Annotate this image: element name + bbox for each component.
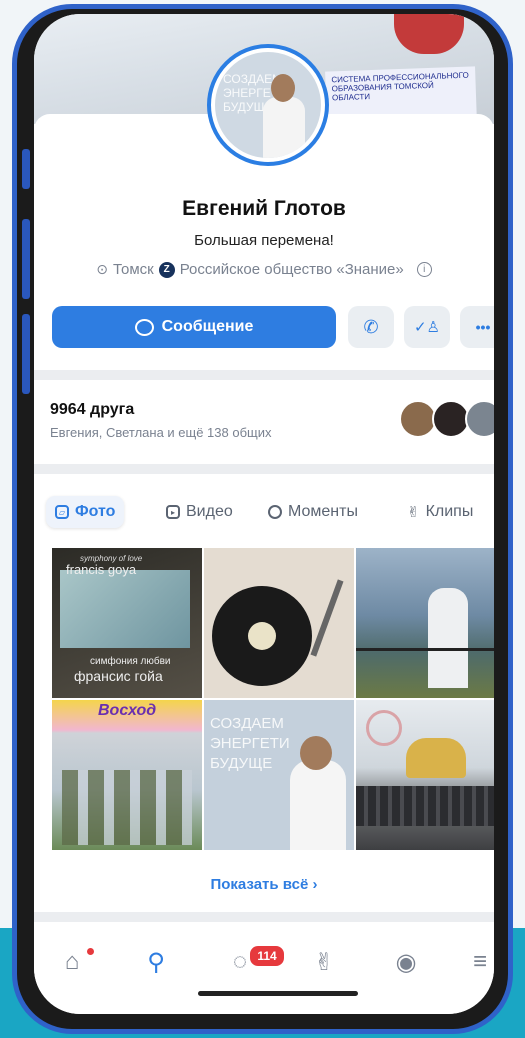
photo-sign: Восход xyxy=(98,702,157,719)
phone-icon: ✆ xyxy=(363,316,379,337)
avatar-person-head xyxy=(271,74,295,102)
search-icon: ⚲ xyxy=(147,948,165,976)
tab-video[interactable]: ▸ Видео xyxy=(166,496,233,528)
photo-crowd xyxy=(356,786,494,826)
friend-status-button[interactable]: ✓♙ xyxy=(404,306,450,348)
nav-clips[interactable]: ✌ xyxy=(304,942,344,982)
tab-clips[interactable]: ✌ Клипы xyxy=(407,496,473,528)
profile-status: Большая перемена! xyxy=(194,232,334,249)
album-cover-art xyxy=(60,570,190,648)
photo-group xyxy=(62,770,192,845)
photo-grid: symphony of love francis goya симфония л… xyxy=(52,548,494,852)
phone-side-button xyxy=(22,149,30,189)
nav-menu[interactable]: ≡ xyxy=(460,942,494,982)
media-tabs: ▱ Фото ▸ Видео Моменты ✌ Клипы xyxy=(34,490,494,535)
section-divider xyxy=(34,464,494,474)
photo-thumbnail[interactable] xyxy=(356,700,494,850)
tab-moments[interactable]: Моменты xyxy=(268,496,358,528)
show-all-photos-link[interactable]: Показать всё › xyxy=(34,876,494,893)
home-indicator xyxy=(198,991,358,996)
profile-meta: ⊙ Томск Z Российское общество «Знание» i xyxy=(34,261,494,278)
album-caption-artist: франсис гойа xyxy=(74,668,163,684)
photo-thumbnail[interactable]: Восход xyxy=(52,700,202,850)
friends-section[interactable]: 9964 друга Евгения, Светлана и ещё 138 о… xyxy=(34,388,494,460)
photo-person xyxy=(428,588,468,688)
phone-volume-down xyxy=(22,314,30,394)
clips-icon: ✌ xyxy=(313,948,335,976)
location-pin-icon: ⊙ xyxy=(96,261,108,277)
clips-icon: ✌ xyxy=(407,504,420,521)
znanie-logo-icon: Z xyxy=(158,261,175,278)
photo-person-head xyxy=(300,736,332,770)
phone-volume-up xyxy=(22,219,30,299)
photo-person xyxy=(290,760,346,850)
tab-video-label: Видео xyxy=(186,503,233,520)
photo-thumbnail[interactable]: СОЗДАЕМ ЭНЕРГЕТИ БУДУЩЕ xyxy=(204,700,354,850)
tonearm xyxy=(310,579,344,657)
vinyl-label xyxy=(248,622,276,650)
message-bubble-icon xyxy=(134,318,154,336)
message-button[interactable]: Сообщение xyxy=(52,306,336,348)
message-button-label: Сообщение xyxy=(161,318,254,335)
profile-name: Евгений Глотов xyxy=(182,197,346,220)
messages-icon: ◌ xyxy=(232,948,248,975)
cover-banner-text: СИСТЕМА ПРОФЕССИОНАЛЬНОГО ОБРАЗОВАНИЯ ТО… xyxy=(331,70,469,103)
more-button[interactable]: ••• xyxy=(460,306,494,348)
tab-moments-label: Моменты xyxy=(288,503,358,520)
phone-screen: СИСТЕМА ПРОФЕССИОНАЛЬНОГО ОБРАЗОВАНИЯ ТО… xyxy=(34,14,494,1014)
avatar[interactable]: СОЗДАЕМ ЭНЕРГЕТИ БУДУЩЕ xyxy=(207,44,329,166)
info-icon[interactable]: i xyxy=(416,262,432,277)
moments-icon xyxy=(268,505,282,519)
home-icon: ⌂ xyxy=(64,948,80,975)
friends-mutual: Евгения, Светлана и ещё 138 общих xyxy=(50,425,272,440)
photo-thumbnail[interactable]: symphony of love francis goya симфония л… xyxy=(52,548,202,698)
call-button[interactable]: ✆ xyxy=(348,306,394,348)
profile-organization[interactable]: Российское общество «Знание» xyxy=(180,261,404,278)
tab-clips-label: Клипы xyxy=(425,503,474,520)
photo-thumbnail[interactable] xyxy=(356,548,494,698)
friends-count: 9964 друга xyxy=(50,401,135,418)
railing xyxy=(356,648,494,651)
album-artist: francis goya xyxy=(66,562,137,577)
bottom-nav: ⌂ ⚲ ◌ 114 ✌ ◉ ≡ xyxy=(34,928,494,1014)
tab-photo-label: Фото xyxy=(75,503,116,520)
video-icon: ▸ xyxy=(166,505,180,519)
avatar-photo: СОЗДАЕМ ЭНЕРГЕТИ БУДУЩЕ xyxy=(215,52,321,158)
tab-photo[interactable]: ▱ Фото xyxy=(46,496,125,528)
nav-home[interactable]: ⌂ xyxy=(52,942,92,982)
avatar-person xyxy=(263,97,305,158)
photo-thumbnail[interactable] xyxy=(204,548,354,698)
home-notification-dot xyxy=(87,948,94,955)
nav-search[interactable]: ⚲ xyxy=(136,942,176,982)
friend-avatar xyxy=(465,400,494,438)
section-divider xyxy=(34,912,494,922)
photo-icon: ▱ xyxy=(55,505,69,519)
album-caption: симфония любви xyxy=(90,656,171,667)
cover-figure xyxy=(394,14,464,54)
more-dots-icon: ••• xyxy=(475,319,491,335)
messages-badge: 114 xyxy=(248,944,286,968)
profile-icon: ◉ xyxy=(395,948,417,976)
menu-icon: ≡ xyxy=(472,948,487,975)
profile-city[interactable]: Томск xyxy=(113,261,154,278)
ferris-wheel xyxy=(366,710,402,746)
section-divider xyxy=(34,370,494,380)
nav-profile[interactable]: ◉ xyxy=(386,942,426,982)
fountain xyxy=(406,738,466,778)
friend-check-icon: ✓♙ xyxy=(413,319,440,336)
